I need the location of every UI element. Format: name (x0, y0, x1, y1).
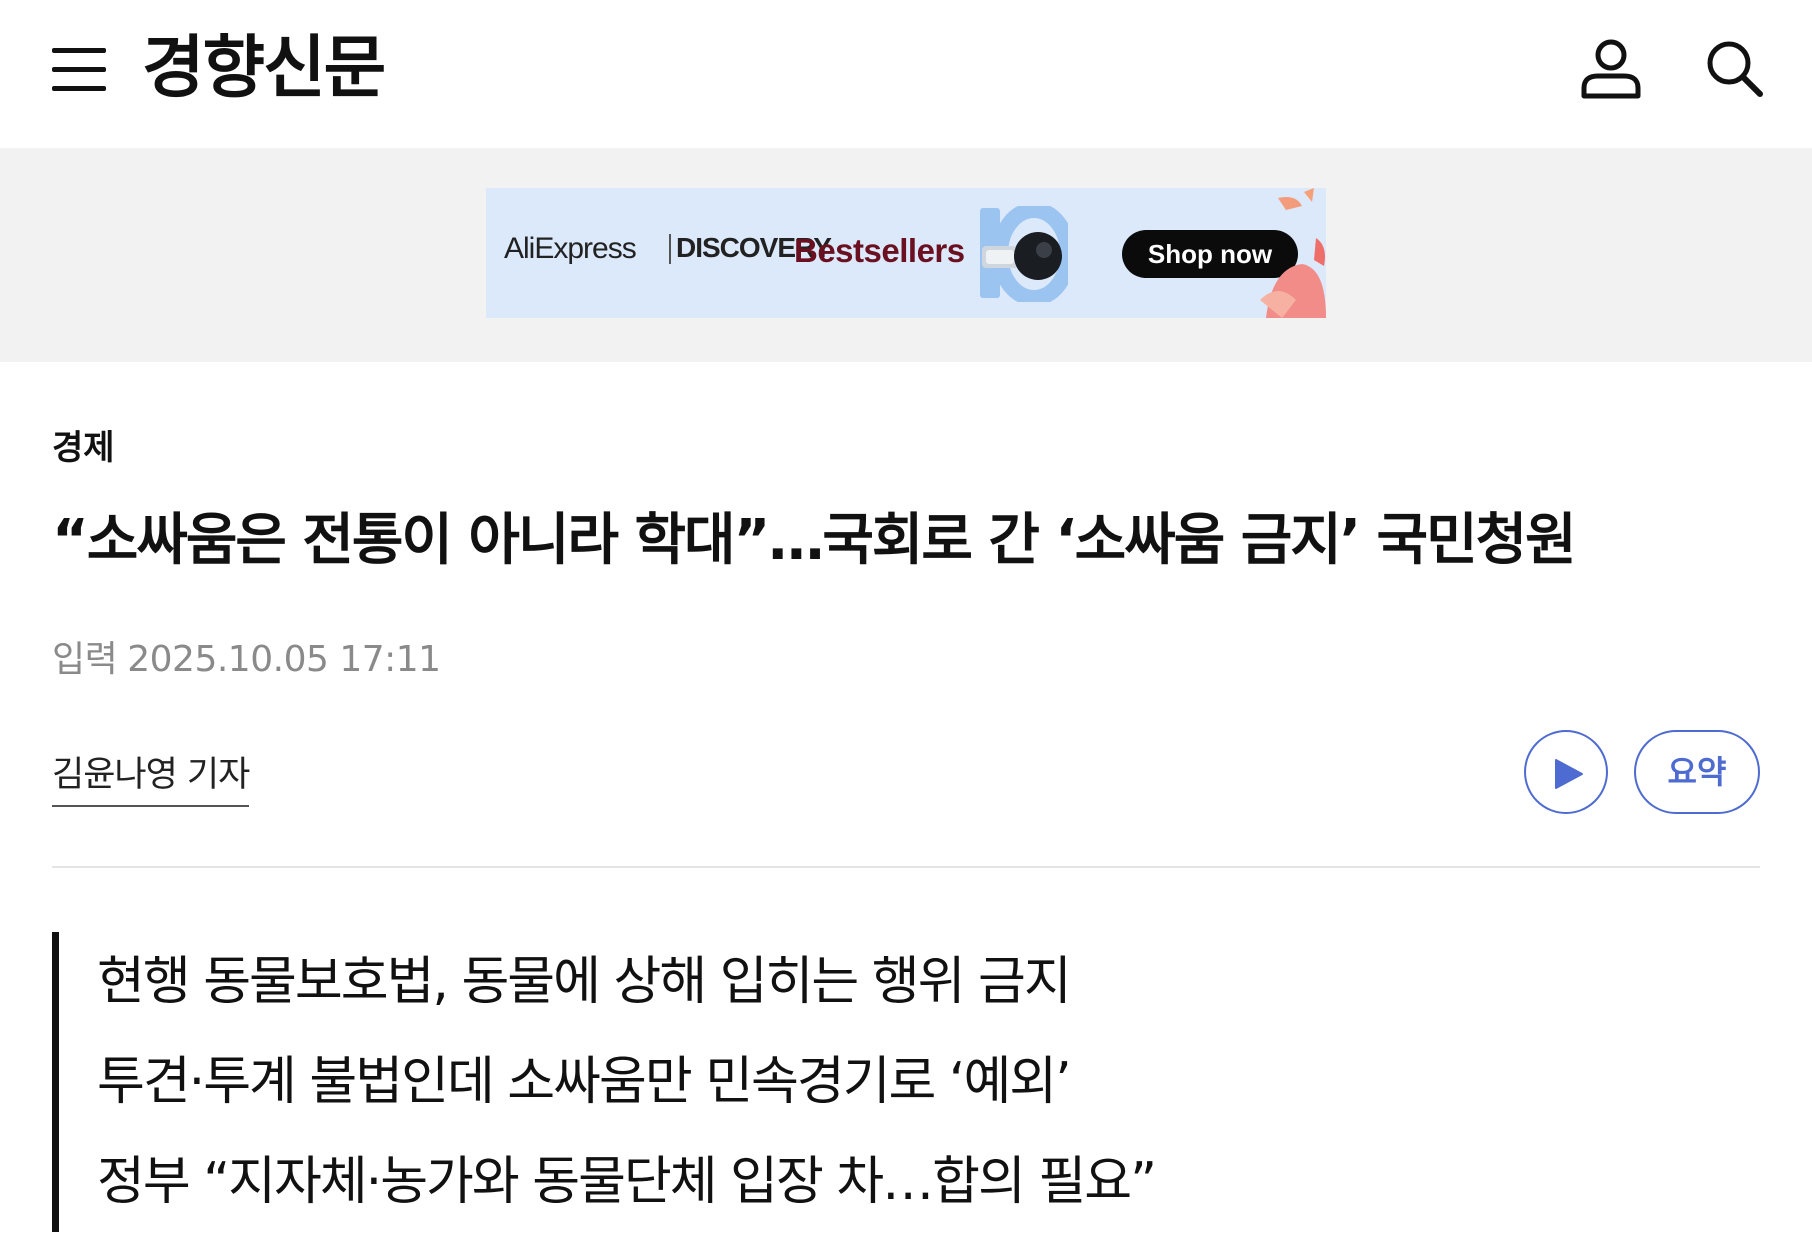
user-icon[interactable] (1578, 38, 1644, 100)
publish-date: 입력 2025.10.05 17:11 (52, 630, 441, 682)
subhead-item: 현행 동물보호법, 동물에 상해 입히는 행위 금지 (97, 952, 1072, 1012)
audio-play-button[interactable] (1524, 730, 1608, 814)
summary-button[interactable]: 요약 (1634, 730, 1760, 814)
section-divider (52, 866, 1760, 868)
publish-date-value: 2025.10.05 17:11 (127, 639, 441, 680)
subhead-item: 투견·투계 불법인데 소싸움만 민속경기로 ‘예외’ (97, 1052, 1072, 1112)
site-header: 경향신문 (0, 0, 1812, 148)
ad-banner[interactable]: AliExpress DISCOVERY Bestsellers Shop no… (486, 188, 1326, 318)
ad-decoration (1260, 188, 1326, 318)
article-title: “소싸움은 전통이 아니라 학대”…국회로 간 ‘소싸움 금지’ 국민청원 (52, 508, 1577, 573)
play-icon (1555, 759, 1583, 789)
publish-date-label: 입력 (52, 639, 118, 680)
ad-brand: AliExpress (504, 232, 637, 265)
article-subheads: 현행 동물보호법, 동물에 상해 입히는 행위 금지 투견·투계 불법인데 소싸… (52, 932, 1760, 1232)
ad-area: AliExpress DISCOVERY Bestsellers Shop no… (0, 148, 1812, 362)
ad-headline: Bestsellers (794, 232, 965, 269)
author-byline[interactable]: 김윤나영 기자 (52, 746, 250, 807)
ad-product-image (980, 206, 1068, 302)
ad-brand-divider (669, 234, 671, 264)
menu-icon[interactable] (52, 46, 106, 92)
article-category[interactable]: 경제 (52, 420, 115, 469)
search-icon[interactable] (1704, 38, 1766, 100)
site-logo[interactable]: 경향신문 (142, 26, 386, 110)
subhead-item: 정부 “지자체·농가와 동물단체 입장 차…합의 필요” (97, 1152, 1157, 1212)
